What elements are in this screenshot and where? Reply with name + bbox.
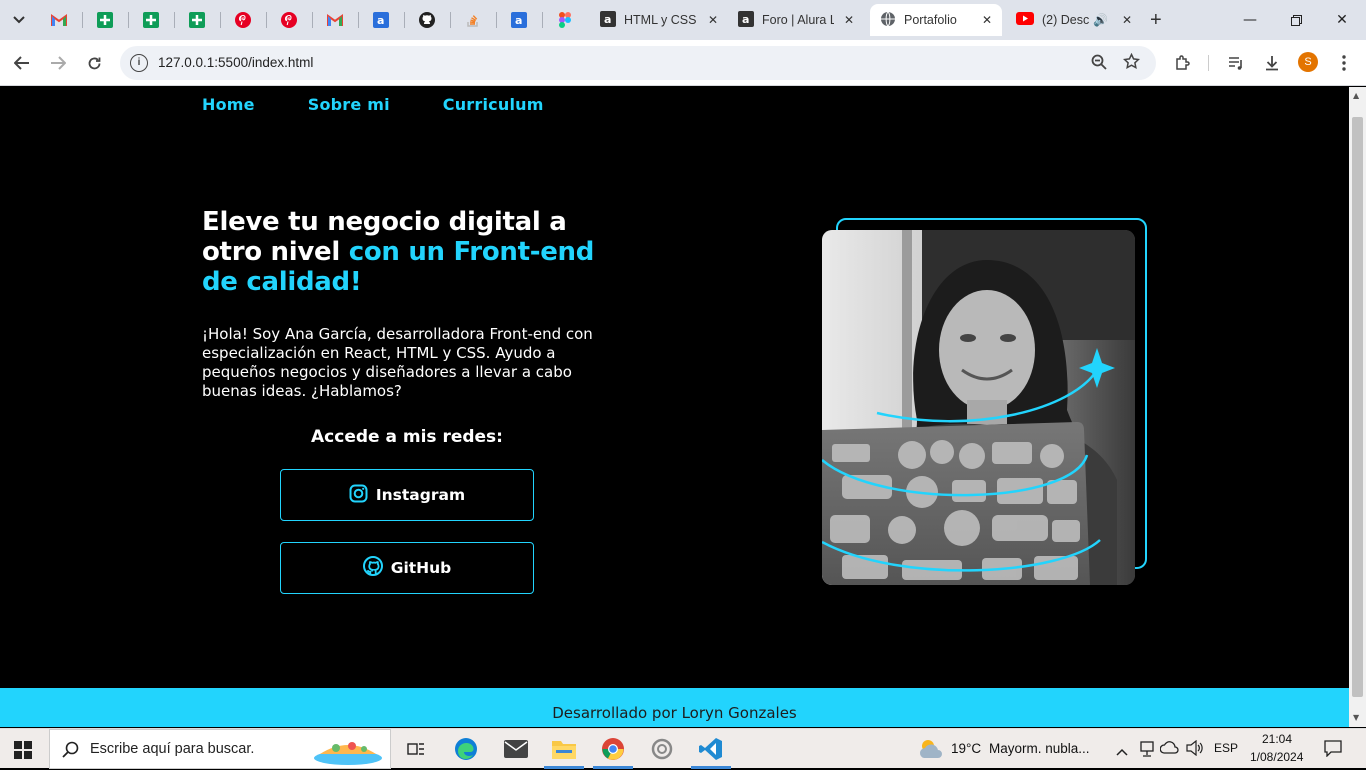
tray-chevron-up-icon[interactable] [1116,741,1128,760]
address-bar[interactable]: i 127.0.0.1:5500/index.html [120,46,1156,80]
tab-title: Foro | Alura L [762,13,834,27]
app-ring-icon[interactable] [638,729,686,769]
clock-time[interactable]: 21:04 [1262,732,1292,746]
close-tab-icon[interactable]: ✕ [1122,13,1132,27]
search-icon [62,741,79,762]
hero-title: Eleve tu negocio digital a otro nivel co… [202,207,622,297]
speaker-icon[interactable]: 🔊 [1093,13,1108,27]
google-sheets-add-icon[interactable] [92,8,118,32]
social-heading: Accede a mis redes: [311,427,503,447]
pinterest-icon[interactable] [276,8,302,32]
alura-icon[interactable]: a [506,8,532,32]
svg-text:a: a [377,14,384,27]
reload-button[interactable] [82,51,106,75]
page-viewport: Home Sobre mi Curriculum Eleve tu negoci… [0,87,1349,727]
notifications-icon[interactable] [1324,740,1342,761]
tab-title: HTML y CSS: [624,13,696,27]
site-info-icon[interactable]: i [130,54,148,72]
main-nav: Home Sobre mi Curriculum [202,95,544,114]
menu-kebab-icon[interactable] [1332,51,1356,75]
page-scrollbar[interactable]: ▲ ▼ [1349,87,1366,727]
profile-avatar[interactable]: S [1298,52,1318,72]
close-window-button[interactable]: ✕ [1322,6,1362,34]
instagram-label: Instagram [375,486,466,504]
scroll-down-arrow-icon[interactable]: ▼ [1353,713,1359,722]
vscode-icon[interactable] [687,729,735,769]
search-highlight-image-icon [312,736,384,770]
page-footer: Desarrollado por Loryn Gonzales [0,688,1349,727]
nav-link-sobre-mi[interactable]: Sobre mi [308,95,390,114]
downloads-icon[interactable] [1260,51,1284,75]
github-label: GitHub [390,559,452,577]
browser-tab-strip: a a a HTML y CSS: ✕ a Foro | Alura L ✕ P… [0,0,1366,40]
clock-date[interactable]: 1/08/2024 [1250,750,1303,764]
github-icon [362,556,383,580]
instagram-button[interactable]: Instagram [280,469,534,521]
tab-html-css[interactable]: a HTML y CSS: ✕ [590,4,728,36]
browser-toolbar: i 127.0.0.1:5500/index.html S [0,40,1366,86]
new-tab-button[interactable]: + [1150,9,1162,32]
windows-taskbar: Escribe aquí para buscar. 19°C Mayorm. n… [0,728,1366,769]
tab-title: Portafolio [904,13,957,27]
alura-icon: a [738,10,754,30]
input-language[interactable]: ESP [1214,741,1238,755]
extensions-icon[interactable] [1170,51,1194,75]
weather-condition[interactable]: Mayorm. nubla... [989,741,1090,756]
nav-link-home[interactable]: Home [202,95,255,114]
footer-credit: Desarrollado por Loryn Gonzales [552,704,797,722]
github-icon[interactable] [414,8,440,32]
chrome-icon[interactable] [589,729,637,769]
scrollbar-thumb[interactable] [1352,117,1363,697]
restore-button[interactable] [1276,6,1316,34]
forward-button[interactable] [46,51,70,75]
profile-photo [822,230,1135,585]
youtube-icon [1016,12,1034,28]
gmail-icon[interactable] [322,8,348,32]
file-explorer-icon[interactable] [540,729,588,769]
weather-cloudy-icon[interactable] [918,738,944,764]
back-button[interactable] [10,51,34,75]
google-sheets-add-icon[interactable] [138,8,164,32]
instagram-icon [349,484,368,507]
nav-link-curriculum[interactable]: Curriculum [443,95,544,114]
figma-icon[interactable] [552,8,578,32]
svg-text:a: a [604,13,611,26]
bookmark-star-icon[interactable] [1122,52,1141,74]
minimize-button[interactable]: — [1230,6,1270,34]
tab-foro-alura[interactable]: a Foro | Alura L ✕ [728,4,864,36]
zoom-icon[interactable] [1091,54,1107,74]
stackoverflow-icon[interactable] [460,8,486,32]
onedrive-cloud-icon[interactable] [1159,740,1180,760]
google-sheets-add-icon[interactable] [184,8,210,32]
windows-start-icon[interactable] [14,741,32,759]
alura-icon: a [600,10,616,30]
github-button[interactable]: GitHub [280,542,534,594]
pinterest-icon[interactable] [230,8,256,32]
hero-description: ¡Hola! Soy Ana García, desarrolladora Fr… [202,325,593,400]
close-tab-icon[interactable]: ✕ [708,13,718,27]
mail-icon[interactable] [492,729,540,769]
tab-search-chevron-icon[interactable] [6,8,32,32]
edge-browser-icon[interactable] [442,729,490,769]
taskbar-search-placeholder: Escribe aquí para buscar. [90,741,255,757]
meet-now-icon[interactable] [1140,741,1154,761]
url-text[interactable]: 127.0.0.1:5500/index.html [158,55,313,70]
tab-title: (2) Desc [1042,13,1090,27]
volume-icon[interactable] [1186,739,1204,760]
scroll-up-arrow-icon[interactable]: ▲ [1353,91,1359,100]
taskbar-search-box[interactable]: Escribe aquí para buscar. [49,729,391,769]
tab-portafolio[interactable]: Portafolio ✕ [870,4,1002,36]
globe-icon [880,11,896,30]
gmail-icon[interactable] [46,8,72,32]
media-controls-icon[interactable] [1224,51,1248,75]
close-tab-icon[interactable]: ✕ [844,13,854,27]
alura-icon[interactable]: a [368,8,394,32]
svg-text:a: a [515,14,522,27]
weather-temperature[interactable]: 19°C [951,741,981,756]
task-view-icon[interactable] [392,729,440,769]
svg-text:a: a [742,13,749,26]
tab-youtube[interactable]: (2) Desc 🔊 ✕ [1006,4,1142,36]
close-tab-icon[interactable]: ✕ [982,13,992,27]
